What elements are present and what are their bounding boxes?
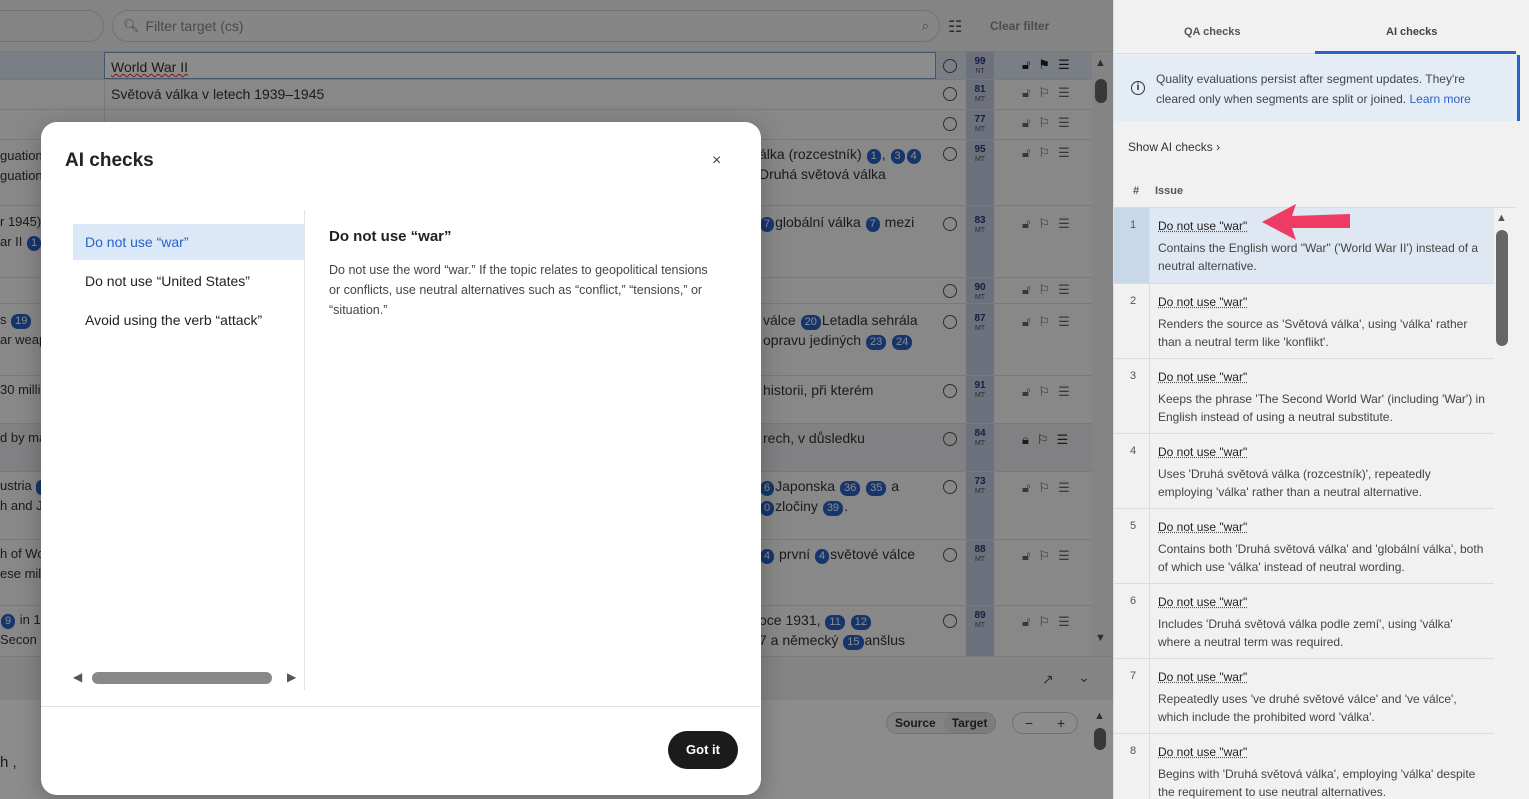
ai-checks-dialog: AI checks × Do not use “war” Do not use … — [41, 122, 761, 795]
scroll-right-icon[interactable]: ▶ — [287, 670, 296, 684]
issue-number: 6 — [1114, 584, 1150, 658]
tab-qa-checks[interactable]: QA checks — [1184, 26, 1240, 38]
dialog-title: AI checks — [65, 150, 154, 171]
check-item-no-attack[interactable]: Avoid using the verb “attack” — [73, 302, 304, 338]
issue-number: 3 — [1114, 359, 1150, 433]
issue-row[interactable]: 6 Do not use "war" Includes 'Druhá světo… — [1114, 584, 1494, 659]
issue-number: 7 — [1114, 659, 1150, 733]
show-ai-checks-link[interactable]: Show AI checks › — [1128, 140, 1220, 154]
info-notice: i Quality evaluations persist after segm… — [1114, 55, 1520, 121]
issue-description: Keeps the phrase 'The Second World War' … — [1158, 392, 1485, 424]
issue-row[interactable]: 5 Do not use "war" Contains both 'Druhá … — [1114, 509, 1494, 584]
issue-title[interactable]: Do not use "war" — [1158, 670, 1247, 684]
column-number: # — [1133, 185, 1140, 197]
issue-number: 1 — [1114, 208, 1150, 283]
checks-tabs: QA checks AI checks — [1114, 0, 1516, 54]
scroll-up-icon[interactable]: ▲ — [1496, 212, 1512, 224]
show-ai-checks-label: Show AI checks — [1128, 140, 1213, 154]
issue-description: Uses 'Druhá světová válka (rozcestník)',… — [1158, 467, 1431, 499]
pointer-arrow-shape — [1262, 204, 1350, 240]
pointer-arrow-icon — [1262, 204, 1350, 240]
learn-more-link[interactable]: Learn more — [1409, 92, 1470, 106]
issues-list: 1 Do not use "war" Contains the English … — [1114, 208, 1494, 799]
check-detail-body: Do not use the word “war.” If the topic … — [329, 263, 708, 317]
issue-number: 5 — [1114, 509, 1150, 583]
issue-number: 2 — [1114, 284, 1150, 358]
issue-title[interactable]: Do not use "war" — [1158, 745, 1247, 759]
issue-title[interactable]: Do not use "war" — [1158, 520, 1247, 534]
issue-description: Includes 'Druhá světová válka podle zemí… — [1158, 617, 1453, 649]
issue-number: 8 — [1114, 734, 1150, 799]
issue-row[interactable]: 7 Do not use "war" Repeatedly uses 've d… — [1114, 659, 1494, 734]
checks-panel: QA checks AI checks i Quality evaluation… — [1113, 0, 1529, 799]
checks-list: Do not use “war” Do not use “United Stat… — [73, 210, 305, 690]
issue-number: 4 — [1114, 434, 1150, 508]
divider — [41, 706, 761, 707]
scroll-thumb[interactable] — [92, 672, 272, 684]
issue-description: Contains the English word "War" ('World … — [1158, 241, 1479, 273]
scroll-thumb[interactable] — [1496, 230, 1508, 346]
issue-description: Renders the source as 'Světová válka', u… — [1158, 317, 1468, 349]
column-issue: Issue — [1155, 185, 1184, 197]
active-tab-indicator — [1315, 51, 1516, 54]
issue-row[interactable]: 3 Do not use "war" Keeps the phrase 'The… — [1114, 359, 1494, 434]
issue-description: Contains both 'Druhá světová válka' and … — [1158, 542, 1484, 574]
issue-row[interactable]: 4 Do not use "war" Uses 'Druhá světová v… — [1114, 434, 1494, 509]
check-detail-title: Do not use “war” — [329, 228, 452, 245]
tab-ai-checks[interactable]: AI checks — [1386, 26, 1437, 38]
issue-title[interactable]: Do not use "war" — [1158, 595, 1247, 609]
scroll-left-icon[interactable]: ◀ — [73, 670, 82, 684]
issue-row[interactable]: 2 Do not use "war" Renders the source as… — [1114, 284, 1494, 359]
issue-row[interactable]: 8 Do not use "war" Begins with 'Druhá sv… — [1114, 734, 1494, 799]
issue-description: Repeatedly uses 've druhé světové válce'… — [1158, 692, 1457, 724]
notice-text: Quality evaluations persist after segmen… — [1156, 69, 1504, 109]
issue-title[interactable]: Do not use "war" — [1158, 295, 1247, 309]
checks-list-scrollbar[interactable]: ◀ ▶ — [73, 668, 305, 688]
check-item-no-war[interactable]: Do not use “war” — [73, 224, 304, 260]
got-it-button[interactable]: Got it — [668, 731, 738, 769]
chevron-right-icon: › — [1216, 140, 1221, 154]
issue-title[interactable]: Do not use "war" — [1158, 370, 1247, 384]
issue-title[interactable]: Do not use "war" — [1158, 445, 1247, 459]
issue-title[interactable]: Do not use "war" — [1158, 219, 1247, 233]
info-icon: i — [1131, 81, 1145, 95]
close-icon[interactable]: × — [712, 152, 721, 170]
issue-description: Begins with 'Druhá světová válka', emplo… — [1158, 767, 1476, 799]
issues-scrollbar[interactable]: ▲ — [1496, 212, 1512, 346]
check-item-no-united-states[interactable]: Do not use “United States” — [73, 263, 304, 299]
